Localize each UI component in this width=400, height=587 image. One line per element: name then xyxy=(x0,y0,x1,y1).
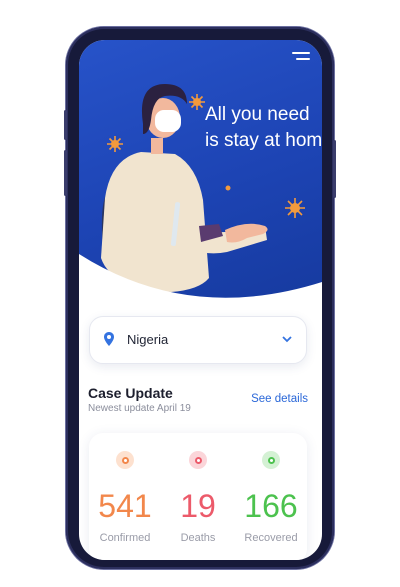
phone-side-button xyxy=(64,110,67,140)
country-dropdown[interactable]: Nigeria xyxy=(89,316,307,364)
chevron-down-icon xyxy=(282,336,292,343)
deaths-label: Deaths xyxy=(180,532,216,544)
phone-side-button xyxy=(333,140,336,198)
deaths-count: 19 xyxy=(180,488,216,524)
recovered-count: 166 xyxy=(244,488,298,524)
case-update-subtitle: Newest update April 19 xyxy=(88,403,191,414)
deaths-dot-icon xyxy=(189,451,207,469)
hero-banner: All you need is stay at hom xyxy=(79,40,322,302)
stay-home-illustration xyxy=(79,84,322,302)
case-stats-card: 541 Confirmed 19 Deaths 166 Recovered xyxy=(89,433,307,560)
app-screen: All you need is stay at hom Nigeria Case… xyxy=(79,40,322,560)
country-label: Nigeria xyxy=(127,332,169,347)
menu-icon[interactable] xyxy=(292,52,310,66)
stat-recovered: 166 Recovered xyxy=(235,433,307,544)
location-pin-icon xyxy=(104,332,114,346)
confirmed-dot-icon xyxy=(116,451,134,469)
recovered-dot-icon xyxy=(262,451,280,469)
recovered-label: Recovered xyxy=(244,532,298,544)
case-update-title: Case Update xyxy=(88,385,173,401)
confirmed-label: Confirmed xyxy=(99,532,151,544)
see-details-link[interactable]: See details xyxy=(251,393,308,405)
confirmed-count: 541 xyxy=(98,488,152,524)
stat-deaths: 19 Deaths xyxy=(162,433,234,544)
phone-side-button xyxy=(64,150,67,196)
hero-headline: All you need is stay at hom xyxy=(205,104,322,151)
stat-confirmed: 541 Confirmed xyxy=(89,433,161,544)
